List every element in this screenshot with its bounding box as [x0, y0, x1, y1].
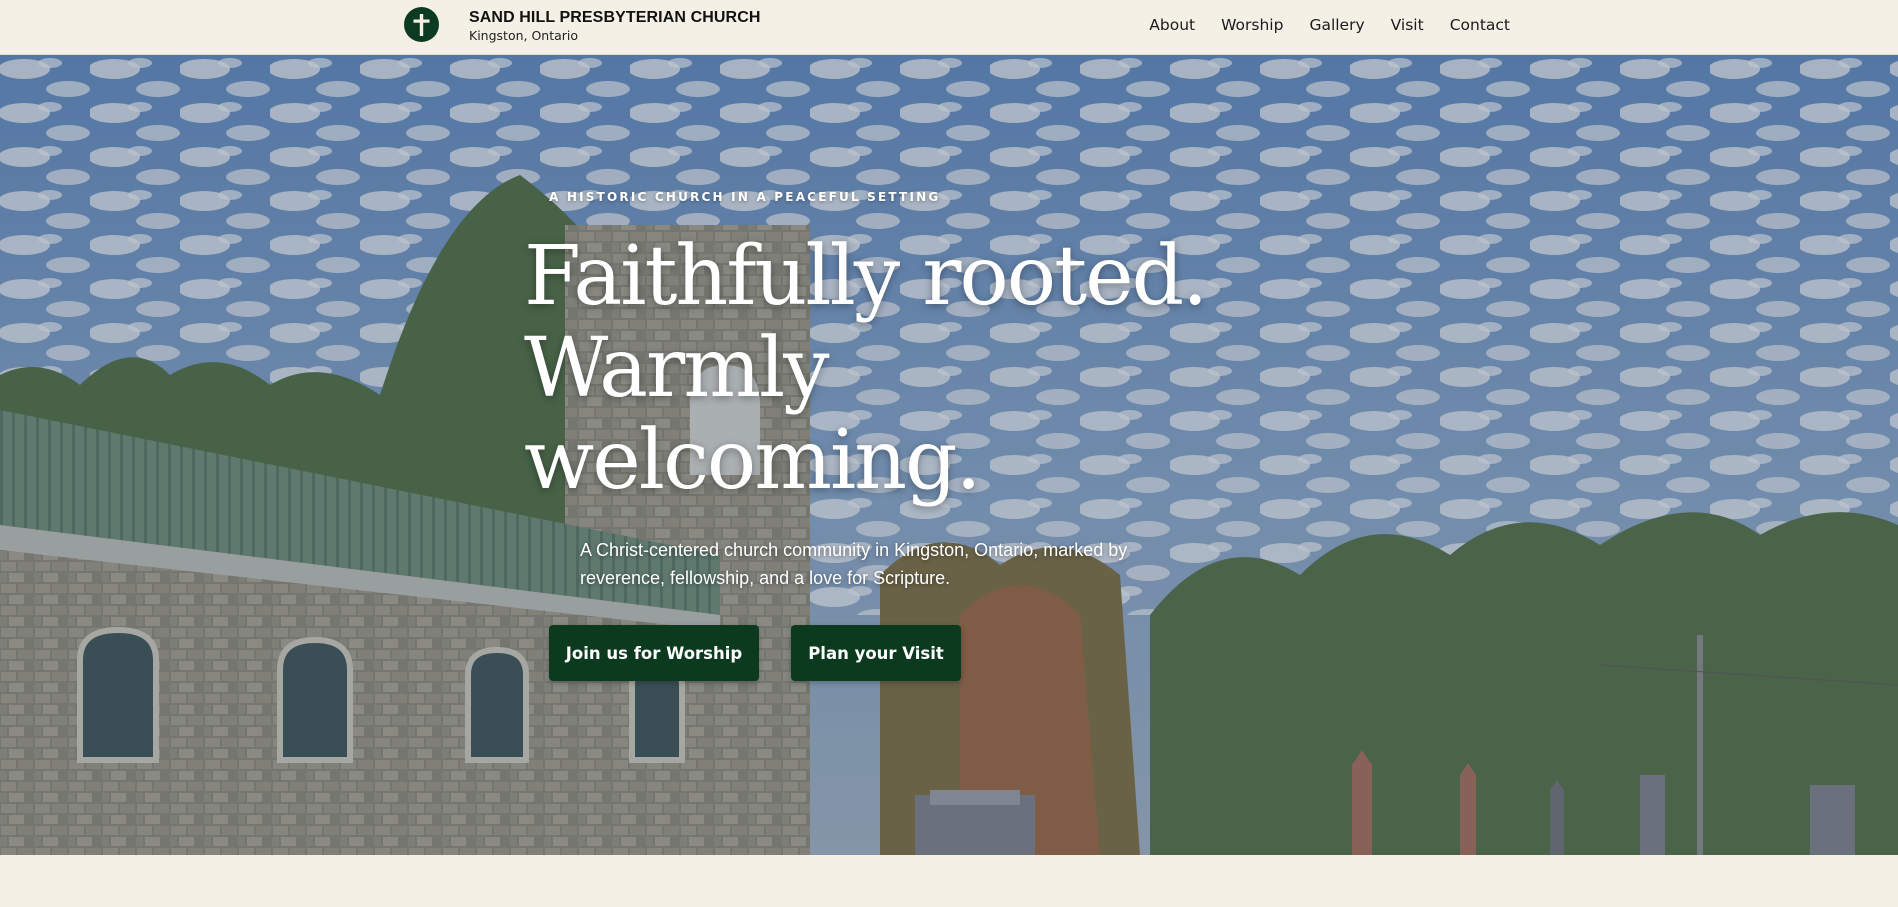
church-name[interactable]: SAND HILL PRESBYTERIAN CHURCH — [469, 9, 761, 27]
headline-line-2: Warmly — [524, 321, 830, 416]
hero-headline: Faithfully rooted. Warmly welcoming. — [524, 231, 1244, 507]
hero-eyebrow: A HISTORIC CHURCH IN A PEACEFUL SETTING — [549, 190, 941, 204]
headline-line-3: welcoming. — [524, 413, 982, 508]
hero-section: A HISTORIC CHURCH IN A PEACEFUL SETTING … — [0, 55, 1898, 855]
nav-link-worship[interactable]: Worship — [1221, 16, 1283, 34]
cross-icon — [413, 14, 430, 36]
headline-line-1: Faithfully rooted. — [524, 229, 1208, 324]
nav-link-visit[interactable]: Visit — [1391, 16, 1424, 34]
join-worship-button[interactable]: Join us for Worship — [549, 625, 759, 681]
church-location: Kingston, Ontario — [469, 28, 579, 43]
main-nav: About Worship Gallery Visit Contact — [1149, 16, 1510, 34]
nav-link-about[interactable]: About — [1149, 16, 1195, 34]
hero-description: A Christ-centered church community in Ki… — [580, 540, 1128, 588]
church-logo[interactable] — [404, 7, 439, 42]
nav-link-gallery[interactable]: Gallery — [1309, 16, 1364, 34]
nav-link-contact[interactable]: Contact — [1450, 16, 1510, 34]
site-header: SAND HILL PRESBYTERIAN CHURCH Kingston, … — [0, 0, 1898, 55]
plan-visit-button[interactable]: Plan your Visit — [791, 625, 961, 681]
